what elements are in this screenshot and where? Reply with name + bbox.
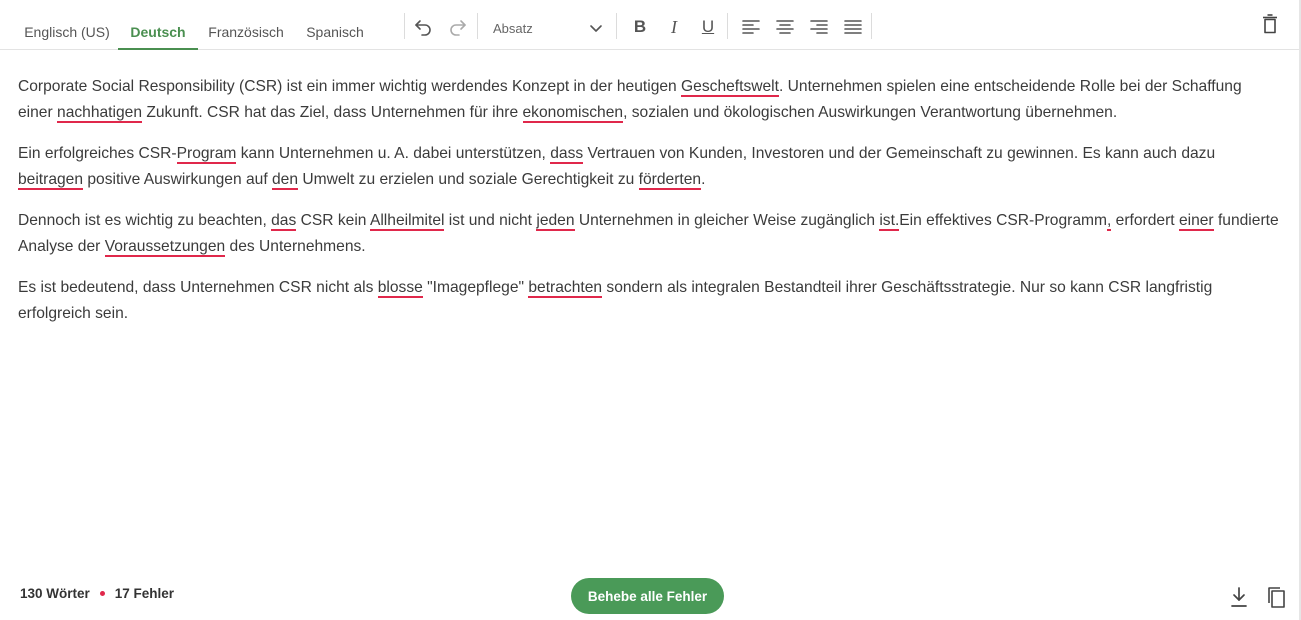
error-count: 17 Fehler [114,586,175,601]
redo-icon [450,20,466,36]
text-segment: ist und nicht [444,212,537,229]
toolbar-divider [477,13,478,39]
text-segment: , sozialen und ökologischen Auswirkungen… [623,104,1118,121]
underline-icon: U [701,17,715,36]
align-right-icon [810,20,828,34]
bold-button[interactable]: B [627,14,653,40]
spelling-error[interactable]: Program [176,145,237,164]
copy-icon [1268,587,1285,608]
toolbar-divider [616,13,617,39]
spelling-error[interactable]: Voraussetzungen [104,238,226,257]
align-right-button[interactable] [806,14,832,40]
text-segment: Corporate Social Responsibility (CSR) is… [18,78,682,95]
spelling-error[interactable]: blosse [377,279,423,298]
text-segment: Ein erfolgreiches CSR- [18,145,177,162]
spelling-error[interactable]: Allheilmitel [369,212,445,231]
align-left-icon [742,20,760,34]
text-segment: erfordert [1111,212,1179,229]
spelling-error[interactable]: beitragen [18,171,84,190]
editor-paragraph: Corporate Social Responsibility (CSR) is… [18,74,1280,126]
text-segment: des Unternehmens. [225,238,366,255]
italic-icon: I [671,17,677,37]
editor-paragraph: Dennoch ist es wichtig zu beachten, das … [18,208,1280,260]
text-segment: Unternehmen in gleicher Weise zugänglich [574,212,880,229]
text-segment: Dennoch ist es wichtig zu beachten, [18,212,272,229]
spelling-error[interactable]: betrachten [528,279,603,298]
trash-icon [1263,14,1277,34]
editor-paragraph: Es ist bedeutend, dass Unternehmen CSR n… [18,275,1280,327]
tab-deutsch[interactable]: Deutsch [118,14,198,50]
spelling-error[interactable]: dass [550,145,584,164]
text-segment: Vertrauen von Kunden, Investoren und der… [583,145,1216,162]
text-editor[interactable]: Corporate Social Responsibility (CSR) is… [18,74,1280,342]
bold-icon: B [633,17,647,36]
text-segment: Zukunft. CSR hat das Ziel, dass Unterneh… [142,104,523,121]
text-segment: . [701,171,706,188]
editor-footer: 130 Wörter 17 Fehler Behebe alle Fehler [0,570,1299,620]
spelling-error[interactable]: ekonomischen [522,104,624,123]
editor-paragraph: Ein erfolgreiches CSR-Program kann Unter… [18,141,1280,193]
error-dot-icon [99,591,105,596]
chevron-down-icon [590,25,602,32]
download-button[interactable] [1227,584,1251,610]
tab-franzoesisch[interactable]: Französisch [200,14,292,50]
undo-icon [415,20,431,36]
text-segment: Es ist bedeutend, dass Unternehmen CSR n… [18,279,378,296]
paragraph-format-select[interactable]: Absatz [485,14,611,42]
spelling-error[interactable]: jeden [536,212,575,231]
text-segment: "Imagepflege" [422,279,529,296]
format-select-value: Absatz [493,20,533,36]
text-segment: positive Auswirkungen auf [83,171,272,188]
undo-button[interactable] [410,14,436,40]
text-segment: CSR kein [296,212,370,229]
toolbar-divider [404,13,405,39]
align-center-button[interactable] [772,14,798,40]
spelling-error[interactable]: den [272,171,299,190]
copy-button[interactable] [1264,584,1288,610]
spelling-error[interactable]: förderten [638,171,702,190]
delete-button[interactable] [1257,11,1283,37]
spelling-error[interactable]: ist. [879,212,900,231]
toolbar-divider [727,13,728,39]
spelling-error[interactable]: Gescheftswelt [681,78,779,97]
align-center-icon [776,20,794,34]
spelling-error[interactable]: einer [1178,212,1214,231]
spelling-error[interactable]: nachhatigen [57,104,142,123]
redo-button[interactable] [445,14,471,40]
underline-button[interactable]: U [695,14,721,40]
text-segment: Umwelt zu erzielen und soziale Gerechtig… [298,171,639,188]
text-segment: Ein effektives CSR-Programm [899,212,1107,229]
fix-all-errors-button[interactable]: Behebe alle Fehler [571,578,724,614]
tab-englisch-us[interactable]: Englisch (US) [18,14,116,50]
word-count: 130 Wörter [20,586,90,601]
editor-toolbar: Englisch (US) Deutsch Französisch Spanis… [0,0,1299,50]
tab-spanisch[interactable]: Spanisch [298,14,372,50]
italic-button[interactable]: I [661,14,687,40]
align-justify-icon [844,20,862,34]
align-justify-button[interactable] [840,14,866,40]
document-stats: 130 Wörter 17 Fehler [20,586,174,601]
text-segment: kann Unternehmen u. A. dabei unterstütze… [236,145,551,162]
spelling-error[interactable]: das [271,212,297,231]
download-icon [1231,587,1247,607]
align-left-button[interactable] [738,14,764,40]
toolbar-divider [871,13,872,39]
